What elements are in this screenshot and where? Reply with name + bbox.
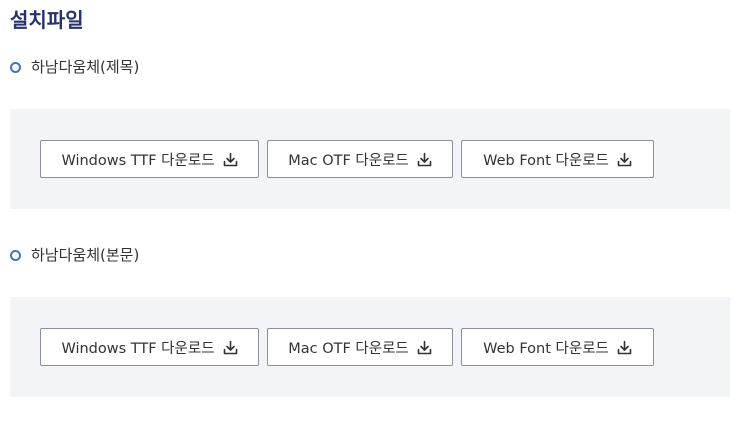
- download-icon: [417, 152, 432, 167]
- section-label-text: 하남다움체(제목): [31, 58, 140, 76]
- download-icon: [617, 340, 632, 355]
- download-icon: [617, 152, 632, 167]
- bullet-circle-icon: [10, 249, 21, 261]
- button-label: Mac OTF 다운로드: [288, 152, 409, 169]
- button-label: Windows TTF 다운로드: [61, 340, 215, 357]
- mac-otf-download-button[interactable]: Mac OTF 다운로드: [267, 328, 453, 366]
- web-font-download-button[interactable]: Web Font 다운로드: [461, 328, 654, 366]
- page-title: 설치파일: [10, 8, 84, 32]
- mac-otf-download-button[interactable]: Mac OTF 다운로드: [267, 140, 453, 178]
- download-icon: [223, 340, 238, 355]
- web-font-download-button[interactable]: Web Font 다운로드: [461, 140, 654, 178]
- section-label-title-font: 하남다움체(제목): [10, 57, 139, 77]
- download-box-title-font: Windows TTF 다운로드 Mac OTF 다운로드 Web Font 다…: [10, 109, 730, 209]
- download-box-body-font: Windows TTF 다운로드 Mac OTF 다운로드 Web Font 다…: [10, 297, 730, 397]
- windows-ttf-download-button[interactable]: Windows TTF 다운로드: [40, 140, 259, 178]
- button-label: Mac OTF 다운로드: [288, 340, 409, 357]
- windows-ttf-download-button[interactable]: Windows TTF 다운로드: [40, 328, 259, 366]
- download-icon: [223, 152, 238, 167]
- bullet-circle-icon: [10, 61, 21, 73]
- button-label: Web Font 다운로드: [483, 152, 609, 169]
- download-icon: [417, 340, 432, 355]
- section-label-text: 하남다움체(본문): [31, 246, 140, 264]
- section-label-body-font: 하남다움체(본문): [10, 245, 139, 265]
- button-label: Web Font 다운로드: [483, 340, 609, 357]
- button-label: Windows TTF 다운로드: [61, 152, 215, 169]
